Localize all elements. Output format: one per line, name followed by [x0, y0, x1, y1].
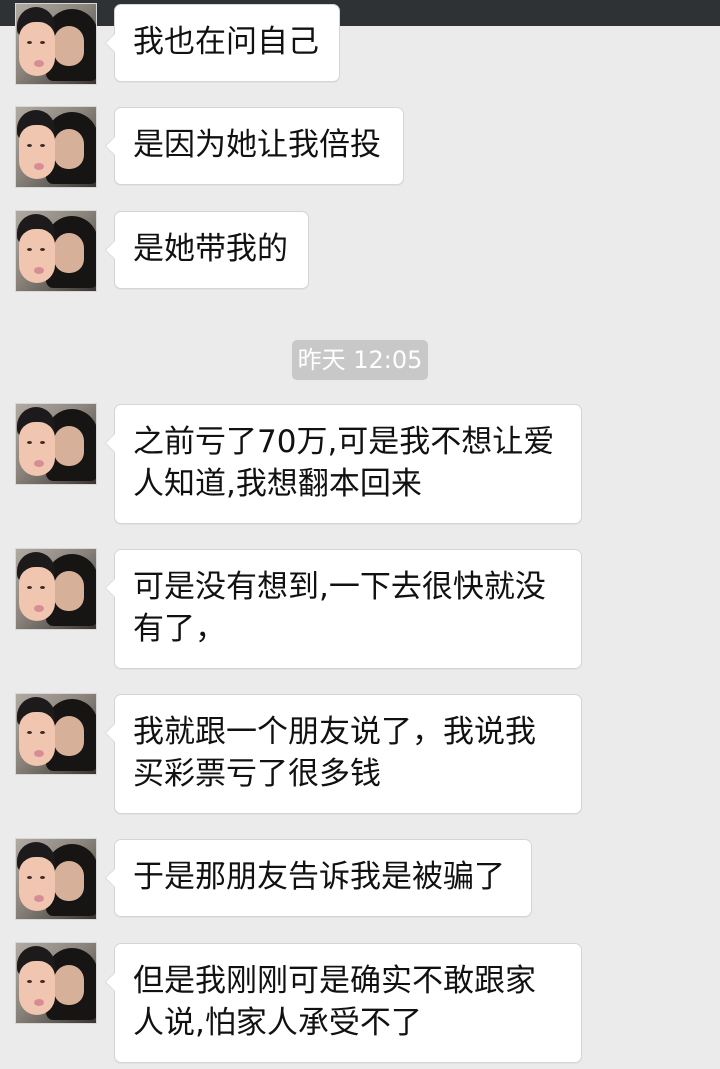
contact-avatar[interactable]: [16, 211, 96, 291]
message-bubble[interactable]: 我也在问自己: [105, 4, 340, 82]
message-bubble[interactable]: 是因为她让我倍投: [105, 107, 404, 185]
contact-avatar[interactable]: [16, 694, 96, 774]
message-bubble[interactable]: 可是没有想到,一下去很快就没 有了，: [105, 549, 582, 669]
message-bubble[interactable]: 是她带我的: [105, 211, 309, 289]
message-bubble[interactable]: 我就跟一个朋友说了，我说我 买彩票亏了很多钱: [105, 694, 582, 814]
timestamp-label: 昨天 12:05: [292, 340, 428, 380]
contact-avatar[interactable]: [16, 549, 96, 629]
message-bubble[interactable]: 但是我刚刚可是确实不敢跟家 人说,怕家人承受不了: [105, 943, 582, 1063]
contact-avatar[interactable]: [16, 404, 96, 484]
contact-avatar[interactable]: [16, 839, 96, 919]
message-bubble[interactable]: 之前亏了70万,可是我不想让爱 人知道,我想翻本回来: [105, 404, 582, 524]
message-bubble[interactable]: 于是那朋友告诉我是被骗了: [105, 839, 532, 917]
top-bar: [0, 0, 720, 26]
contact-avatar[interactable]: [16, 943, 96, 1023]
contact-avatar[interactable]: [16, 4, 96, 84]
contact-avatar[interactable]: [16, 107, 96, 187]
